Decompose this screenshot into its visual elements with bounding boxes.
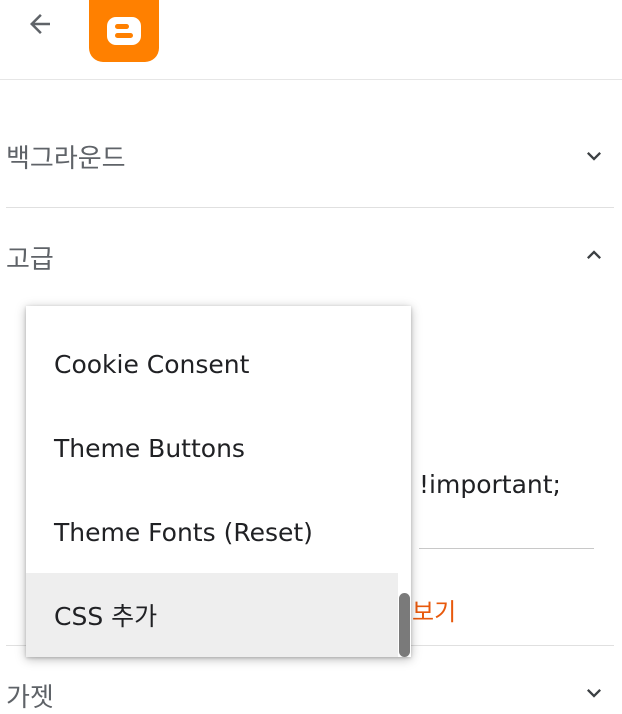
section-title-background: 백그라운드 [6,144,126,174]
menu-item-add-css[interactable]: CSS 추가 [26,573,398,657]
menu-item-label: Theme Buttons [54,433,245,463]
menu-item-cookie-consent[interactable]: Cookie Consent [26,322,398,406]
section-title-gadget: 가젯 [6,683,54,713]
section-background-header[interactable]: 백그라운드 [6,80,614,207]
css-value-field[interactable]: !important; [419,470,561,499]
menu-item-theme-buttons[interactable]: Theme Buttons [26,406,398,490]
chevron-down-icon [580,679,608,707]
section-background: 백그라운드 [6,80,614,208]
menu-item-label: Theme Fonts (Reset) [54,517,313,547]
section-title-advanced: 고급 [6,245,54,275]
chevron-up-icon [580,241,608,269]
input-underline [419,548,594,549]
back-button[interactable] [20,4,60,44]
chevron-down-icon [580,142,608,170]
menu-item-label: CSS 추가 [54,602,158,631]
view-link[interactable]: 보기 [412,592,456,627]
menu-item-label: Cookie Consent [54,349,250,379]
scrollbar[interactable] [398,306,411,657]
arrow-left-icon [30,14,50,34]
section-advanced-header[interactable]: 고급 [6,209,614,279]
scrollbar-thumb[interactable] [399,593,410,657]
menu-item-theme-fonts-reset[interactable]: Theme Fonts (Reset) [26,490,398,574]
dropdown-menu: Cookie Consent Theme Buttons Theme Fonts… [26,306,411,657]
top-bar [0,0,622,80]
blogger-logo-icon[interactable] [89,0,159,62]
